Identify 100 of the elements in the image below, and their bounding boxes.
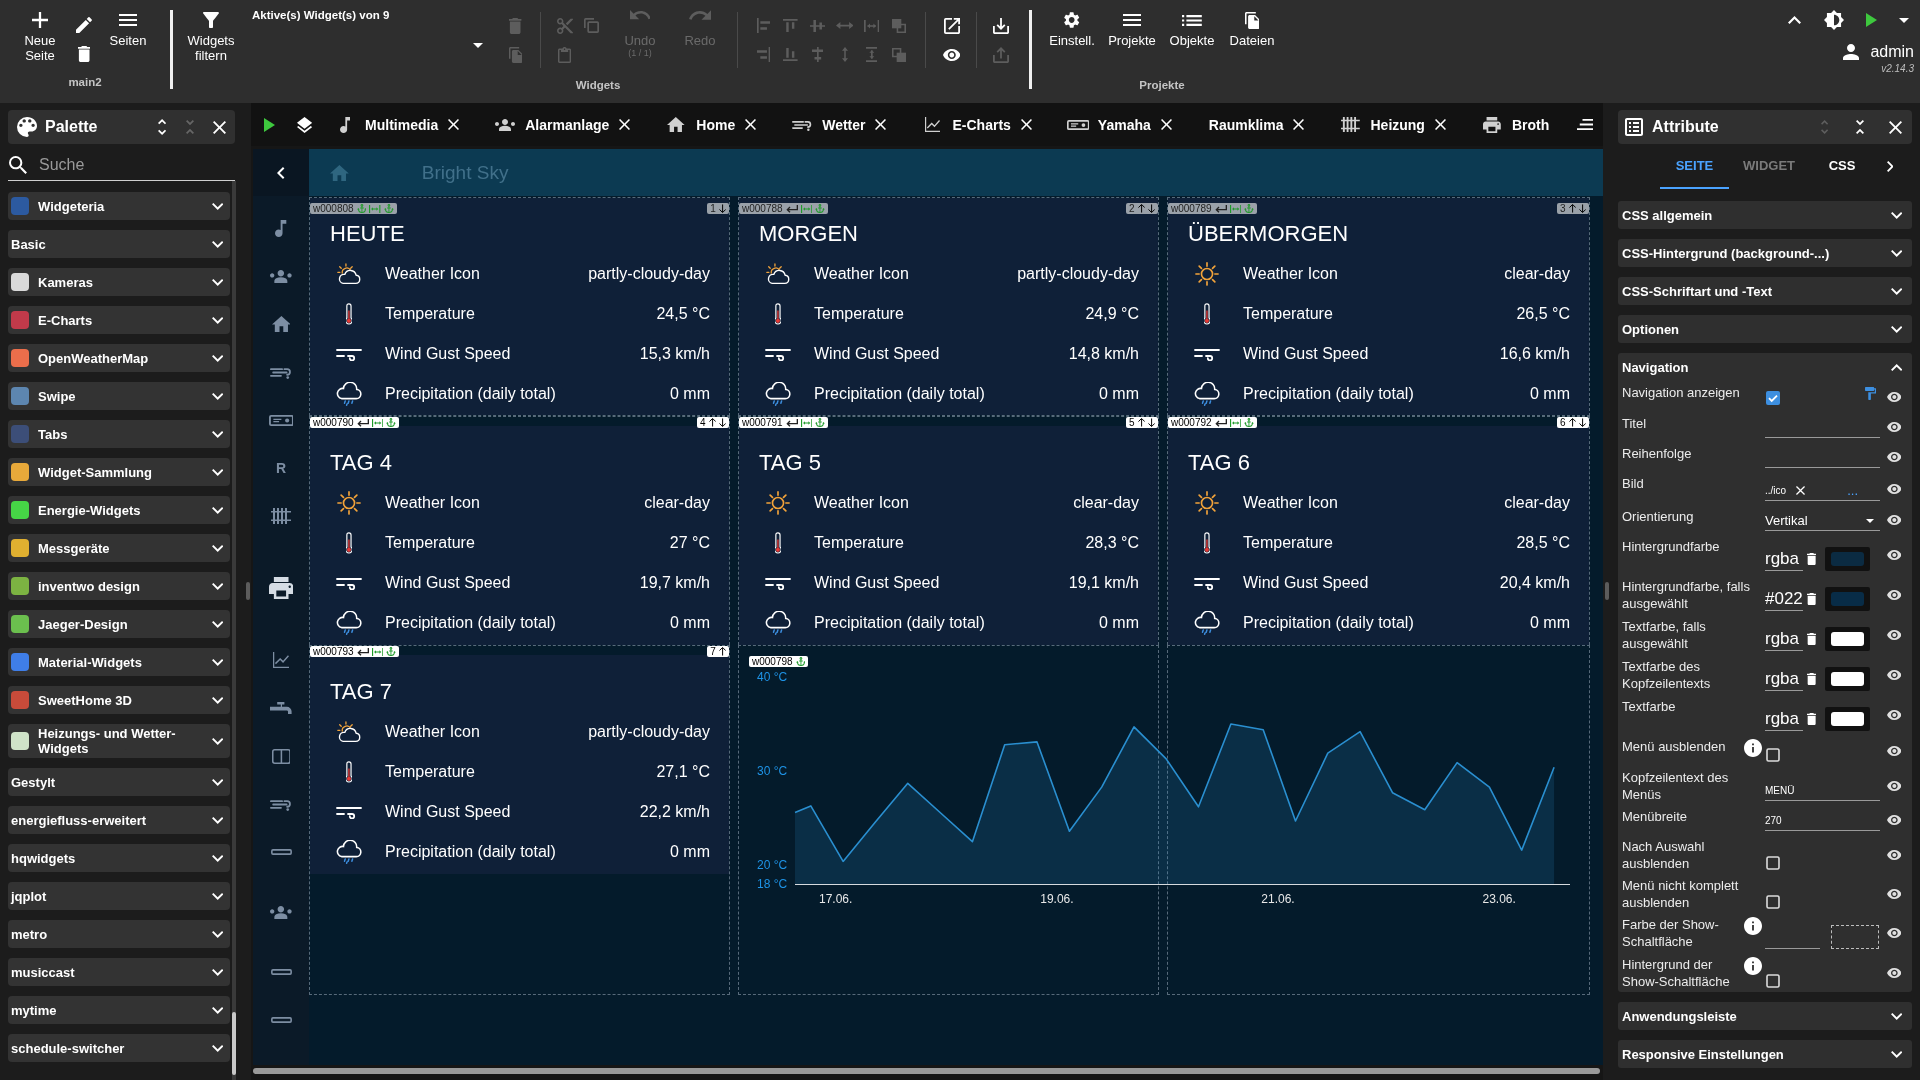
eye-icon[interactable] — [1886, 452, 1902, 462]
clear-icon[interactable] — [1796, 486, 1806, 495]
section-header[interactable]: CSS-Hintergrund (background-...) — [1618, 239, 1912, 267]
section-header[interactable]: CSS-Schriftart und -Text — [1618, 277, 1912, 305]
view-tab[interactable]: Yamaha — [1068, 111, 1172, 138]
view-tab[interactable]: Home — [667, 111, 757, 138]
new-page-button[interactable]: Neue Seite — [14, 0, 66, 63]
palette-group[interactable]: mytime — [8, 996, 230, 1024]
close-icon[interactable] — [1020, 119, 1032, 130]
close-icon[interactable] — [1889, 120, 1902, 134]
view-tab[interactable]: Multimedia — [336, 111, 460, 138]
wind-icon[interactable] — [270, 365, 292, 379]
palette-group[interactable]: Swipe — [8, 382, 230, 410]
palette-group[interactable]: Widget-Sammlung — [8, 458, 230, 486]
checkbox[interactable] — [1766, 895, 1780, 909]
back-icon[interactable] — [277, 166, 285, 179]
palette-group[interactable]: Widgeteria — [8, 192, 230, 220]
eye-icon[interactable] — [1886, 849, 1902, 860]
dash-icon[interactable] — [270, 1017, 292, 1023]
house-icon[interactable] — [271, 316, 291, 332]
eye-icon[interactable] — [1886, 780, 1902, 791]
eye-icon[interactable] — [1886, 815, 1902, 825]
section-header[interactable]: Responsive Einstellungen — [1618, 1040, 1912, 1068]
close-icon[interactable] — [1293, 119, 1305, 130]
eye-icon[interactable] — [1886, 590, 1902, 600]
open-external-icon[interactable] — [943, 17, 960, 34]
panel-icon[interactable] — [271, 748, 291, 764]
palette-group[interactable]: Kameras — [8, 268, 230, 296]
eye-icon[interactable] — [1886, 745, 1902, 756]
color-input[interactable]: rgba — [1765, 547, 1803, 571]
theme-icon[interactable] — [1824, 10, 1844, 30]
resize-handle[interactable] — [246, 582, 250, 600]
pencil-icon[interactable] — [76, 17, 92, 33]
close-icon[interactable] — [213, 120, 226, 134]
menu-icon[interactable] — [1576, 119, 1593, 130]
info-icon[interactable] — [1744, 917, 1762, 935]
wind-icon[interactable] — [270, 797, 292, 811]
color-swatch[interactable] — [1831, 925, 1879, 949]
music-note-icon[interactable] — [275, 219, 287, 237]
close-icon[interactable] — [1434, 119, 1446, 130]
section-header[interactable]: CSS allgemein — [1618, 201, 1912, 229]
trash-icon[interactable] — [1807, 713, 1817, 725]
eye-icon[interactable] — [1886, 422, 1902, 432]
checkbox[interactable] — [1766, 390, 1780, 405]
trash-icon[interactable] — [1807, 593, 1817, 605]
checkbox[interactable] — [1766, 748, 1780, 762]
palette-group[interactable]: musiccast — [8, 958, 230, 986]
play-icon[interactable] — [264, 117, 275, 132]
palette-group[interactable]: energiefluss-erweitert — [8, 806, 230, 834]
toolbar-button[interactable]: Projekte — [1102, 0, 1162, 48]
people-icon[interactable] — [270, 905, 292, 919]
palette-group[interactable]: inventwo design — [8, 572, 230, 600]
palette-group[interactable]: E-Charts — [8, 306, 230, 334]
palette-group[interactable]: Material-Widgets — [8, 648, 230, 676]
close-icon[interactable] — [619, 119, 631, 130]
filter-widgets-button[interactable]: Widgets filtern — [181, 0, 241, 63]
view-tab[interactable]: Heizung — [1341, 111, 1446, 138]
caret-icon[interactable] — [1899, 17, 1909, 23]
printer-icon[interactable] — [268, 577, 294, 599]
palette-group[interactable]: Heizungs- und Wetter-Widgets — [8, 724, 230, 758]
receiver-icon[interactable] — [268, 414, 294, 426]
eye-icon[interactable] — [1886, 515, 1902, 525]
dash-icon[interactable] — [270, 969, 292, 975]
chevron-right-icon[interactable] — [1886, 161, 1894, 172]
close-icon[interactable] — [448, 119, 460, 130]
panel-tab[interactable]: CSS — [1809, 144, 1875, 189]
close-icon[interactable] — [745, 119, 757, 130]
section-header[interactable]: Optionen — [1618, 315, 1912, 343]
palette-group[interactable]: OpenWeatherMap — [8, 344, 230, 372]
image-field[interactable]: ../ico ... — [1765, 481, 1880, 501]
faucet-icon[interactable] — [270, 702, 292, 714]
browse-button[interactable]: ... — [1847, 484, 1858, 497]
info-icon[interactable] — [1744, 957, 1762, 975]
eye-icon[interactable] — [1886, 630, 1902, 640]
trash-icon[interactable] — [1807, 553, 1817, 565]
dash-icon[interactable] — [270, 849, 292, 855]
resize-handle[interactable] — [1605, 582, 1609, 600]
pages-button[interactable]: Seiten — [102, 0, 154, 48]
view-tab[interactable]: Broth — [1482, 111, 1550, 138]
toolbar-button[interactable]: Objekte — [1162, 0, 1222, 48]
color-input[interactable]: rgba — [1765, 627, 1803, 651]
radiator-icon[interactable] — [271, 508, 291, 524]
people-icon[interactable] — [270, 269, 292, 283]
palette-group[interactable]: hqwidgets — [8, 844, 230, 872]
layers-icon[interactable] — [297, 116, 313, 133]
color-button[interactable] — [1825, 707, 1871, 731]
palette-group[interactable]: schedule-switcher — [8, 1034, 230, 1062]
palette-group[interactable]: Basic — [8, 230, 230, 258]
eye-icon[interactable] — [1886, 928, 1902, 938]
scrollbar[interactable] — [253, 1068, 1600, 1074]
search-field[interactable]: Suche — [39, 155, 209, 175]
user-name[interactable]: admin — [1870, 42, 1914, 62]
view-tab[interactable]: Alarmanlage — [496, 111, 631, 138]
eye-icon[interactable] — [1886, 710, 1902, 720]
section-header[interactable]: Anwendungsleiste — [1618, 1002, 1912, 1030]
paint-roller-icon[interactable] — [1864, 387, 1876, 400]
section-header[interactable]: Navigation — [1618, 353, 1912, 381]
text-field[interactable]: MENÜ — [1765, 781, 1880, 801]
toolbar-button[interactable]: Dateien — [1222, 0, 1282, 48]
widget-select[interactable]: Aktive(s) Widget(s) von 9 — [250, 0, 488, 48]
